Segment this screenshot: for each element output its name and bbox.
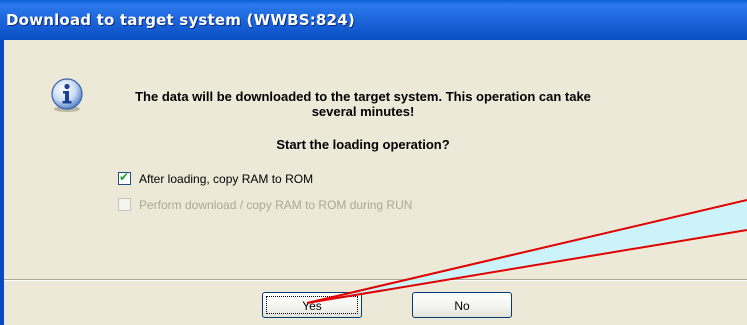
copy-ram-to-rom-option[interactable]: ✔ After loading, copy RAM to ROM	[118, 170, 314, 186]
message-text: The data will be downloaded to the targe…	[135, 89, 591, 119]
no-button[interactable]: No	[412, 292, 512, 318]
download-during-run-checkbox	[118, 198, 131, 211]
info-icon	[51, 78, 83, 112]
title-bar[interactable]: Download to target system (WWBS:824)	[0, 0, 747, 40]
checkmark-icon: ✔	[119, 170, 130, 184]
download-during-run-option: Perform download / copy RAM to ROM durin…	[118, 197, 412, 212]
download-dialog: Download to target system (WWBS:824) The…	[0, 0, 747, 325]
yes-button[interactable]: Yes	[262, 292, 362, 318]
dialog-title: Download to target system (WWBS:824)	[6, 11, 355, 29]
download-during-run-label: Perform download / copy RAM to ROM durin…	[139, 197, 413, 212]
question-text: Start the loading operation?	[276, 137, 450, 152]
footer-divider	[4, 279, 747, 281]
window-border	[0, 40, 4, 325]
copy-ram-to-rom-checkbox[interactable]: ✔	[118, 170, 131, 185]
copy-ram-to-rom-label: After loading, copy RAM to ROM	[139, 171, 314, 186]
